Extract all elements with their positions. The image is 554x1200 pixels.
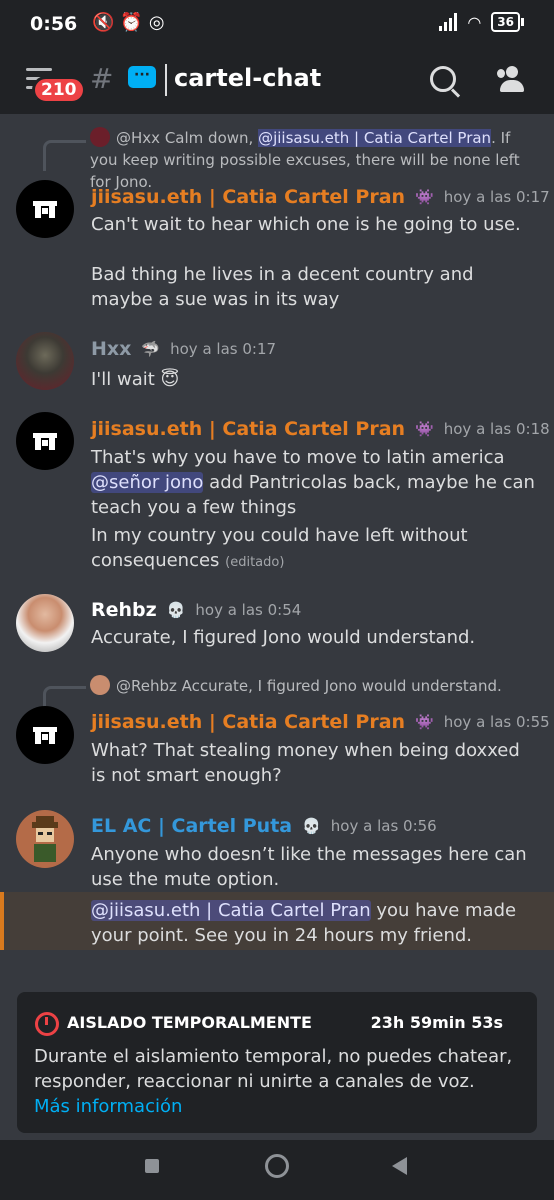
timestamp: hoy a las 0:55 [443,713,550,731]
message-text: What? That stealing money when being dox… [91,740,520,786]
message-text: @jiisasu.eth | Catia Cartel Pran you hav… [91,900,517,946]
members-icon[interactable] [496,66,528,92]
channel-name[interactable]: cartel-chat [174,64,321,92]
message-text: In my country you could have left withou… [91,525,468,571]
wifi-icon: ◠ [467,12,482,32]
status-icons: 🔇⏰◎ [92,12,171,33]
message-header: Hxx 🦈 hoy a las 0:17 [91,338,276,360]
message-text: Anyone who doesn’t like the messages her… [91,844,527,890]
channel-header: 210 # ··· cartel-chat [0,48,554,114]
clock-icon [35,1012,59,1036]
home-button[interactable] [265,1154,289,1178]
user-mention[interactable]: @jiisasu.eth | Catia Cartel Pran [91,900,371,921]
battery-icon: 36 [491,12,524,32]
timestamp: hoy a las 0:56 [330,817,437,835]
recents-button[interactable] [145,1159,159,1173]
role-icon: 👾 [415,713,434,731]
mini-avatar [90,675,110,695]
avatar[interactable] [16,594,74,652]
author-name[interactable]: Rehbz [91,599,157,621]
thread-icon: ··· [128,66,156,88]
timestamp: hoy a las 0:18 [443,420,550,438]
timeout-countdown: 23h 59min 53s [370,1013,503,1032]
header-divider [165,64,167,96]
role-icon: 👾 [415,188,434,206]
message-header: jiisasu.eth | Catia Cartel Pran 👾 hoy a … [91,186,550,208]
hash-icon: # [90,62,114,95]
timeout-notice: AISLADO TEMPORALMENTE 23h 59min 53s Dura… [17,992,537,1133]
status-right: ◠ 36 [439,12,524,32]
back-button[interactable] [392,1157,407,1175]
timeout-title: AISLADO TEMPORALMENTE [67,1013,312,1032]
avatar[interactable] [16,180,74,238]
search-icon[interactable] [430,66,456,92]
avatar[interactable] [16,412,74,470]
message-text: Accurate, I figured Jono would understan… [91,627,476,648]
role-icon: 💀 [166,601,186,619]
reply-preview[interactable]: @Hxx Calm down, @jiisasu.eth | Catia Car… [90,127,535,193]
message-header: EL AC | Cartel Puta 💀 hoy a las 0:56 [91,815,437,837]
unread-badge: 210 [32,76,86,104]
timestamp: hoy a las 0:54 [195,601,302,619]
role-icon: 💀 [302,817,321,835]
author-name[interactable]: EL AC | Cartel Puta [91,815,292,837]
timestamp: hoy a las 0:17 [170,340,277,358]
timestamp: hoy a las 0:17 [443,188,550,206]
user-mention[interactable]: @señor jono [91,472,204,493]
message-text: Can't wait to hear which one is he going… [91,214,521,235]
message-header: Rehbz 💀 hoy a las 0:54 [91,599,301,621]
message-text: That's why you have to move to latin ame… [91,447,535,518]
mini-avatar [90,127,110,147]
reply-connector [43,140,86,171]
status-time: 0:56 [30,13,78,35]
emoji: 😇 [160,369,180,390]
status-bar: 0:56 🔇⏰◎ ◠ 36 [0,0,554,48]
reply-preview[interactable]: @Rehbz Accurate, I figured Jono would un… [90,675,535,697]
message-text: I'll wait 😇 [91,369,180,390]
message-header: jiisasu.eth | Catia Cartel Pran 👾 hoy a … [91,711,550,733]
author-name[interactable]: jiisasu.eth | Catia Cartel Pran [91,418,405,440]
avatar[interactable] [16,810,74,868]
message-header: jiisasu.eth | Catia Cartel Pran 👾 hoy a … [91,418,550,440]
author-name[interactable]: jiisasu.eth | Catia Cartel Pran [91,186,405,208]
system-nav-bar [0,1140,554,1200]
avatar[interactable] [16,332,74,390]
author-name[interactable]: jiisasu.eth | Catia Cartel Pran [91,711,405,733]
more-info-link[interactable]: Más información [34,1096,182,1117]
signal-icon [439,13,458,31]
author-name[interactable]: Hxx [91,338,131,360]
role-icon: 👾 [415,420,434,438]
role-icon: 🦈 [141,340,161,358]
timeout-body: Durante el aislamiento temporal, no pued… [34,1046,513,1117]
message-text: Bad thing he lives in a decent country a… [91,264,474,310]
avatar[interactable] [16,706,74,764]
edited-label: (editado) [225,555,285,570]
